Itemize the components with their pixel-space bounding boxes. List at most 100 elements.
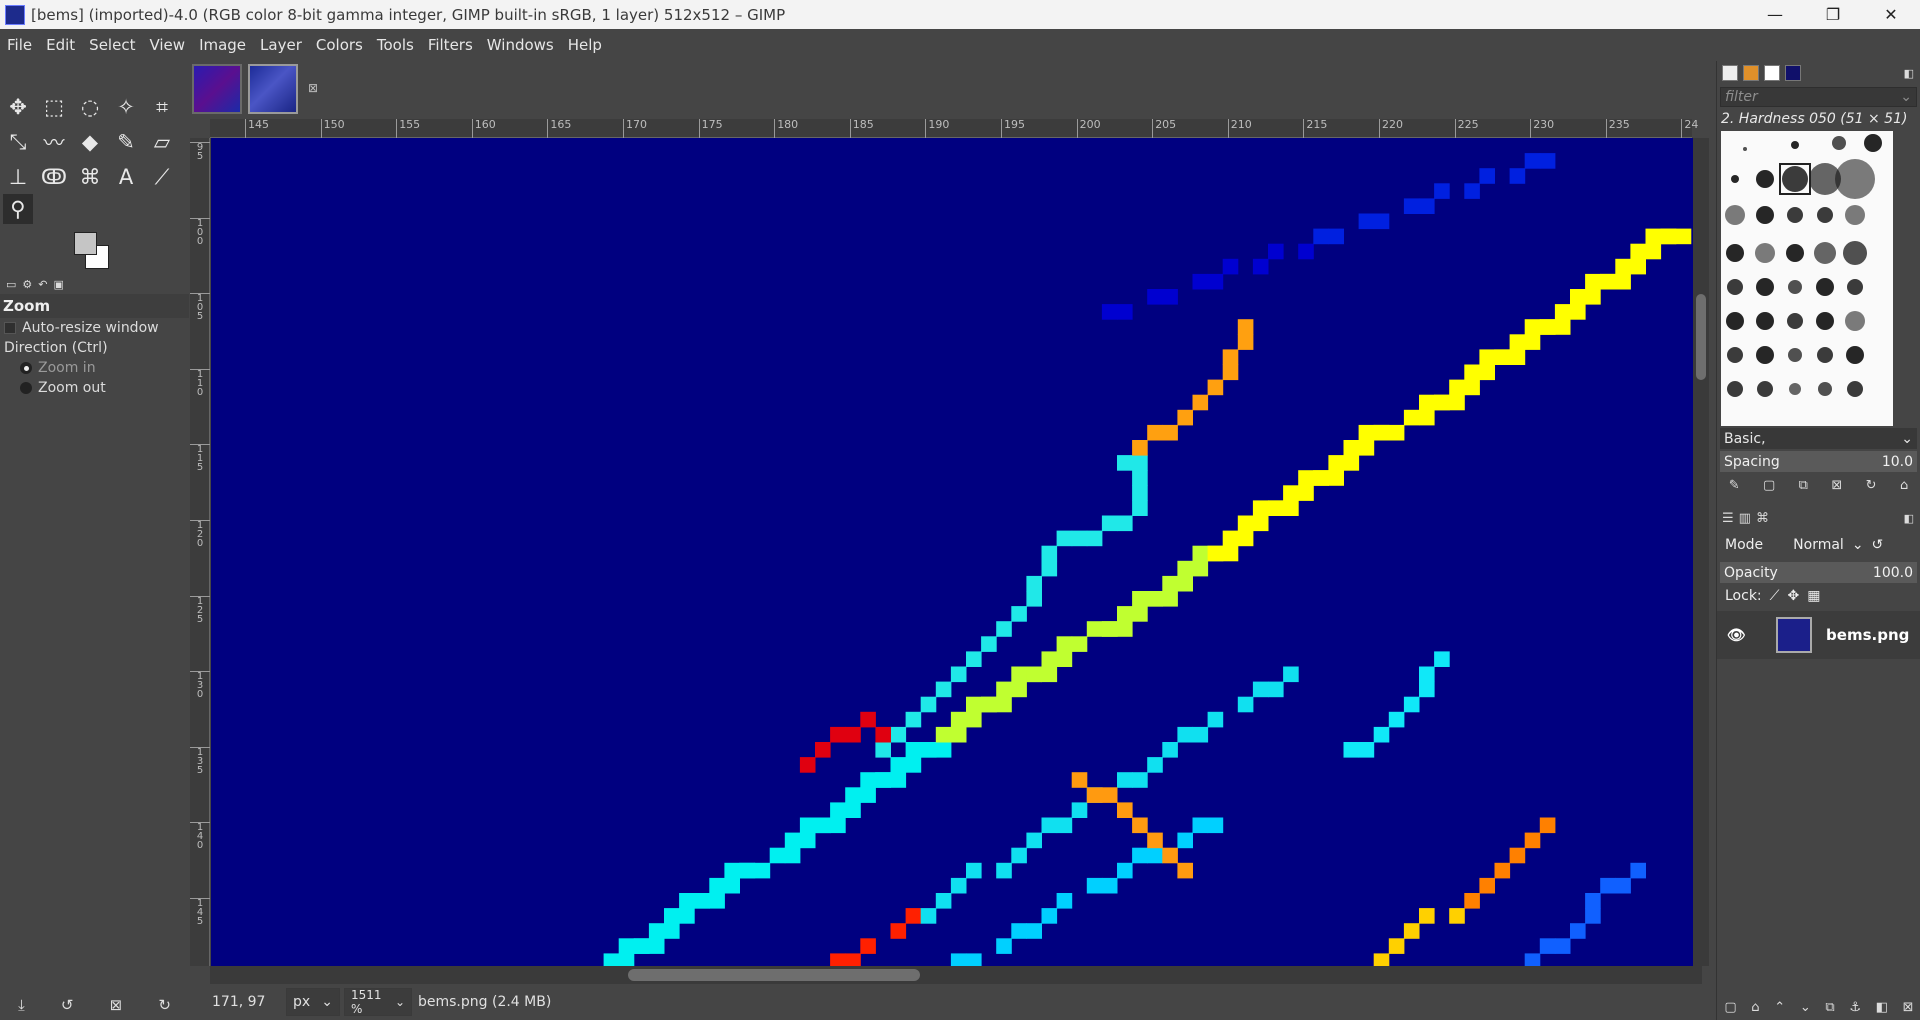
lock-pixels-icon[interactable]: ⟋ — [1770, 588, 1780, 604]
brush-preset[interactable] — [1845, 311, 1865, 331]
menu-help[interactable]: Help — [561, 36, 609, 54]
menu-edit[interactable]: Edit — [39, 36, 82, 54]
brush-preset[interactable] — [1788, 348, 1802, 362]
lock-alpha-icon[interactable]: ▦ — [1807, 588, 1820, 604]
eye-icon[interactable]: 👁 — [1727, 626, 1746, 644]
rect-select-tool-icon[interactable]: ⬚ — [39, 92, 69, 122]
restore-options-icon[interactable]: ↺ — [61, 996, 74, 1014]
brush-preset[interactable] — [1789, 383, 1801, 395]
brush-preset[interactable] — [1814, 242, 1836, 264]
horizontal-scrollbar[interactable] — [210, 966, 1702, 984]
free-select-tool-icon[interactable]: ◌ — [75, 92, 105, 122]
brush-preset[interactable] — [1756, 312, 1774, 330]
brush-preset[interactable] — [1816, 312, 1834, 330]
auto-resize-row[interactable]: Auto-resize window — [0, 318, 189, 338]
paths-tab-icon[interactable]: ⌘ — [1756, 511, 1769, 526]
foreground-color-swatch[interactable] — [74, 232, 97, 255]
mask-layer-icon[interactable]: ◧ — [1876, 1000, 1888, 1015]
layer-row[interactable]: 👁 bems.png — [1717, 611, 1920, 659]
brush-preset-dropdown[interactable]: Basic, ⌄ — [1720, 428, 1917, 449]
new-group-icon[interactable]: ⌂ — [1751, 1000, 1759, 1015]
brush-preset[interactable] — [1726, 244, 1744, 262]
menu-file[interactable]: File — [0, 36, 39, 54]
image-tab-thumbnail-2[interactable] — [248, 64, 298, 114]
zoom-in-radio[interactable] — [20, 362, 32, 374]
menu-layer[interactable]: Layer — [253, 36, 309, 54]
raise-layer-icon[interactable]: ⌃ — [1774, 1000, 1785, 1015]
bucket-fill-tool-icon[interactable]: ◆ — [75, 127, 105, 157]
spacing-spinner[interactable]: Spacing 10.0 — [1720, 451, 1917, 472]
brush-preset[interactable] — [1817, 347, 1833, 363]
menu-select[interactable]: Select — [82, 36, 142, 54]
brush-preset[interactable] — [1727, 279, 1743, 295]
brush-grid[interactable] — [1721, 131, 1893, 426]
brush-filter-input[interactable]: filter ⌄ — [1720, 87, 1917, 107]
palettes-tab-icon[interactable] — [1785, 65, 1801, 81]
delete-layer-icon[interactable]: ⊠ — [1903, 1000, 1914, 1015]
unit-dropdown[interactable]: px ⌄ — [286, 988, 340, 1016]
brush-preset[interactable] — [1756, 206, 1774, 224]
paths-tool-icon[interactable]: ⌘ — [75, 162, 105, 192]
layer-name[interactable]: bems.png — [1826, 626, 1909, 644]
zoom-in-option[interactable]: Zoom in — [0, 358, 189, 378]
brush-preset[interactable] — [1845, 205, 1865, 225]
images-tab-icon[interactable]: ▣ — [54, 278, 64, 291]
brush-preset[interactable] — [1726, 312, 1744, 330]
duplicate-brush-icon[interactable]: ⧉ — [1799, 478, 1808, 493]
layers-tab-icon[interactable]: ☰ — [1722, 511, 1734, 526]
refresh-brushes-icon[interactable]: ↻ — [1866, 478, 1877, 493]
brush-preset[interactable] — [1787, 313, 1803, 329]
eraser-tool-icon[interactable]: ▱ — [147, 127, 177, 157]
configure-tab-icon[interactable]: ◧ — [1904, 512, 1914, 525]
undo-history-tab-icon[interactable]: ↶ — [38, 278, 47, 291]
brush-preset[interactable] — [1757, 381, 1773, 397]
zoom-out-option[interactable]: Zoom out — [0, 378, 189, 398]
color-picker-tool-icon[interactable]: ⟋ — [147, 162, 177, 192]
zoom-dropdown[interactable]: 1511 % ⌄ — [344, 988, 412, 1016]
brush-preset[interactable] — [1817, 207, 1833, 223]
horizontal-scroll-thumb[interactable] — [628, 969, 920, 981]
brush-preset[interactable] — [1756, 278, 1774, 296]
brush-preset[interactable] — [1818, 382, 1832, 396]
brush-preset[interactable] — [1864, 134, 1882, 152]
patterns-tab-icon[interactable] — [1743, 65, 1759, 81]
fg-bg-colors[interactable] — [72, 231, 124, 279]
menu-filters[interactable]: Filters — [421, 36, 480, 54]
text-tool-icon[interactable]: A — [111, 162, 141, 192]
warp-tool-icon[interactable]: 〰 — [39, 127, 69, 157]
transform-tool-icon[interactable]: ⤡ — [3, 127, 33, 157]
brush-preset[interactable] — [1847, 381, 1863, 397]
save-options-icon[interactable]: ⤓ — [18, 996, 25, 1014]
edit-brush-icon[interactable]: ✎ — [1729, 478, 1740, 493]
brush-preset[interactable] — [1727, 347, 1743, 363]
layer-thumbnail[interactable] — [1776, 617, 1813, 653]
move-tool-icon[interactable]: ✥ — [3, 92, 33, 122]
reset-options-icon[interactable]: ↻ — [158, 996, 171, 1014]
brushes-tab-icon[interactable] — [1722, 65, 1738, 81]
brush-preset[interactable] — [1835, 159, 1875, 199]
zoom-out-radio[interactable] — [20, 382, 32, 394]
vertical-scroll-thumb[interactable] — [1696, 294, 1706, 380]
brush-preset[interactable] — [1843, 241, 1867, 265]
brush-preset[interactable] — [1743, 147, 1747, 151]
brush-preset[interactable] — [1725, 205, 1745, 225]
minimize-button[interactable]: — — [1746, 0, 1804, 29]
new-brush-icon[interactable]: ▢ — [1763, 478, 1775, 493]
paintbrush-tool-icon[interactable]: ✎ — [111, 127, 141, 157]
anchor-layer-icon[interactable]: ⚓ — [1849, 1000, 1861, 1015]
brush-preset[interactable] — [1731, 175, 1739, 183]
fonts-tab-icon[interactable] — [1764, 65, 1780, 81]
brush-preset[interactable] — [1755, 243, 1775, 263]
brush-preset[interactable] — [1727, 381, 1743, 397]
opacity-spinner[interactable]: Opacity 100.0 — [1720, 562, 1917, 583]
close-tab-icon[interactable]: ⊠ — [308, 81, 318, 95]
open-brush-folder-icon[interactable]: ⌂ — [1900, 478, 1908, 493]
menu-colors[interactable]: Colors — [309, 36, 370, 54]
crop-tool-icon[interactable]: ⌗ — [147, 92, 177, 122]
lock-position-icon[interactable]: ✥ — [1787, 588, 1799, 604]
brush-preset[interactable] — [1847, 279, 1863, 295]
clone-tool-icon[interactable]: ⊥ — [3, 162, 33, 192]
brush-preset[interactable] — [1846, 346, 1864, 364]
brush-preset[interactable] — [1788, 280, 1802, 294]
menu-view[interactable]: View — [142, 36, 192, 54]
